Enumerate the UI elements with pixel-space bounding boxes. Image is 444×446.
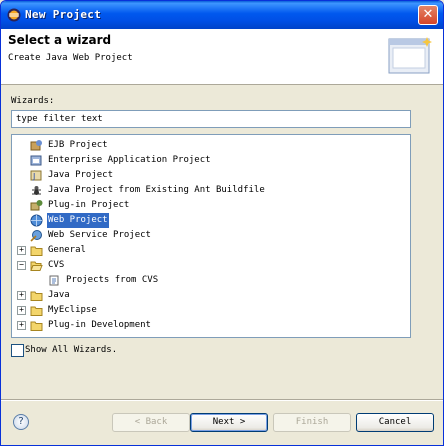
ant-project-icon <box>32 186 41 195</box>
expand-icon[interactable]: + <box>17 306 26 315</box>
tree-item-label: Web Project <box>47 213 109 228</box>
web-project-icon <box>30 214 43 227</box>
web-service-project-icon <box>30 230 42 242</box>
button-bar-divider <box>1 399 443 401</box>
header-title: Select a wizard <box>8 33 112 47</box>
wizard-banner-icon <box>388 37 432 74</box>
tree-item-label: Web Service Project <box>48 230 151 240</box>
java-project-icon: J <box>30 170 42 181</box>
wizards-label: Wizards: <box>11 96 55 106</box>
folder-open-icon <box>30 261 43 271</box>
collapse-icon[interactable]: − <box>17 261 26 270</box>
tree-item-label: CVS <box>48 260 65 270</box>
expand-icon[interactable]: + <box>17 246 26 255</box>
plugin-project-icon <box>30 200 43 211</box>
cvs-checkout-icon <box>49 275 59 286</box>
folder-icon <box>30 306 43 316</box>
window-title: New Project <box>25 8 102 21</box>
tree-item-label: Plug-in Development <box>48 320 151 330</box>
enterprise-app-project-icon <box>30 155 42 166</box>
cancel-button[interactable]: Cancel <box>356 413 434 432</box>
eclipse-app-icon <box>7 8 21 22</box>
show-all-wizards-checkbox[interactable] <box>11 344 24 357</box>
wizard-tree[interactable]: EJB Project Enterprise Application Proje… <box>11 134 411 338</box>
title-bar[interactable]: New Project ✕ <box>1 1 443 29</box>
folder-icon <box>30 246 43 256</box>
next-button[interactable]: Next > <box>190 413 268 432</box>
ejb-project-icon <box>30 140 42 151</box>
folder-icon <box>30 321 43 331</box>
tree-item-label: EJB Project <box>48 140 108 150</box>
help-icon[interactable]: ? <box>13 414 29 430</box>
tree-item-label: General <box>48 245 86 255</box>
folder-icon <box>30 291 43 301</box>
expand-icon[interactable]: + <box>17 291 26 300</box>
wizard-filter-input[interactable]: type filter text <box>11 110 411 128</box>
tree-item-label: Projects from CVS <box>66 275 159 285</box>
show-all-wizards-label[interactable]: Show All Wizards. <box>25 345 117 355</box>
wizard-header: Select a wizard Create Java Web Project <box>1 29 443 85</box>
tree-item-label: MyEclipse <box>48 305 97 315</box>
tree-item-label: Java Project <box>48 170 114 180</box>
tree-item-label: Enterprise Application Project <box>48 155 211 165</box>
back-button[interactable]: < Back <box>112 413 190 432</box>
header-subtitle: Create Java Web Project <box>8 53 133 63</box>
new-project-dialog: New Project ✕ Select a wizard Create Jav… <box>0 0 444 446</box>
svg-text:J: J <box>32 172 35 181</box>
expand-icon[interactable]: + <box>17 321 26 330</box>
finish-button[interactable]: Finish <box>273 413 351 432</box>
close-button[interactable]: ✕ <box>418 5 438 25</box>
tree-item-label: Java Project from Existing Ant Buildfile <box>48 185 265 195</box>
tree-item-label: Plug-in Project <box>48 200 130 210</box>
tree-item-label: Java <box>48 290 70 300</box>
